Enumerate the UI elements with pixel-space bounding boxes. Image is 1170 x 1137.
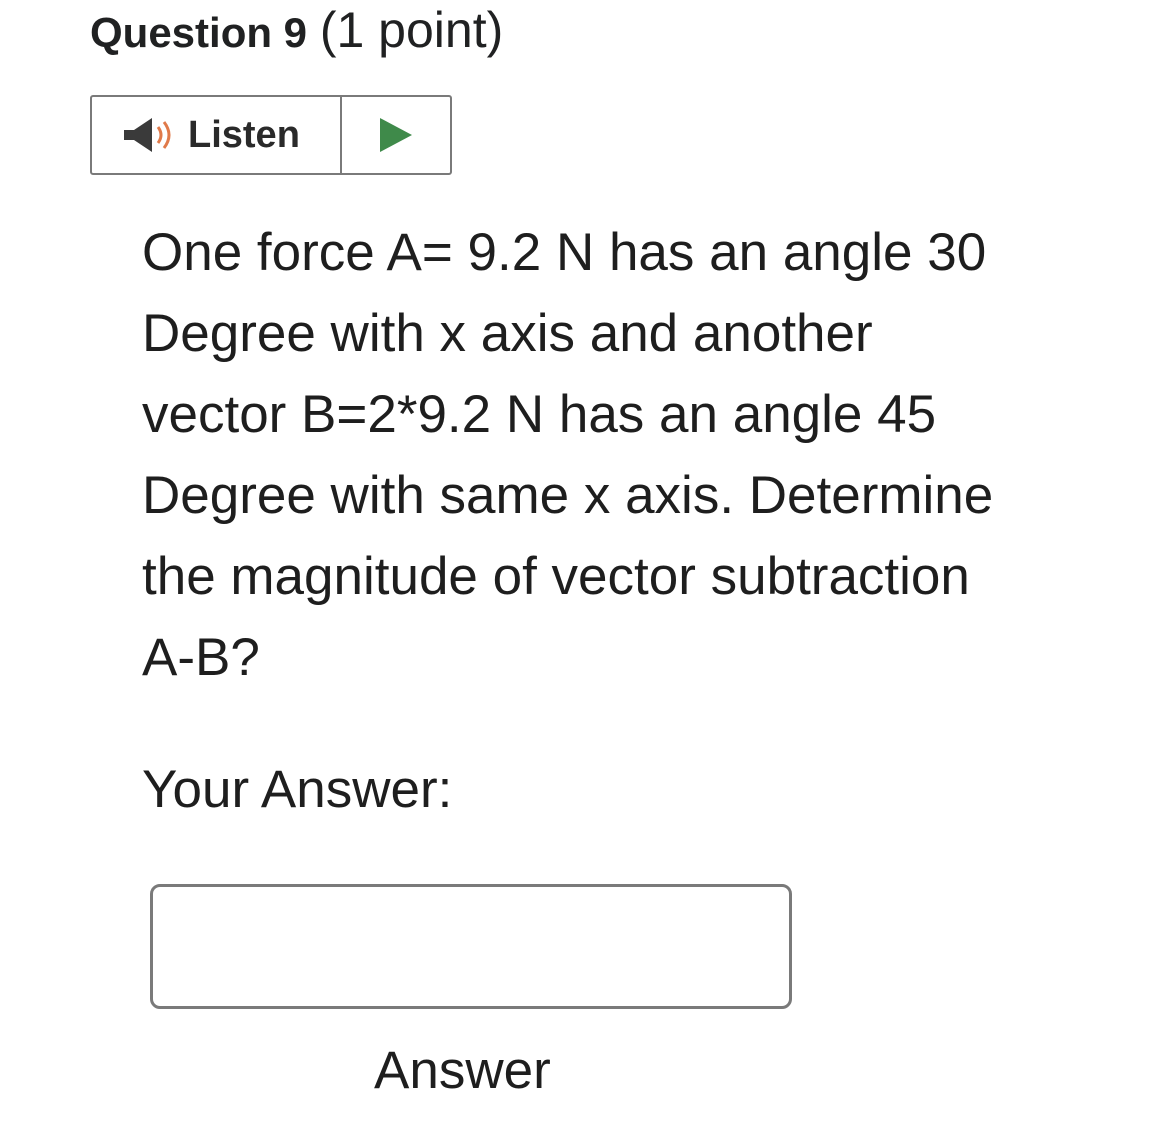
listen-widget: Listen bbox=[90, 95, 452, 175]
question-header: Question 9 (1 point) bbox=[90, 0, 503, 63]
question-line: A-B? bbox=[142, 628, 260, 687]
speaker-icon bbox=[122, 115, 182, 155]
question-line: vector B=2*9.2 N has an angle 45 bbox=[142, 385, 937, 444]
your-answer-label: Your Answer: bbox=[142, 760, 453, 819]
question-title: Question 9 bbox=[90, 9, 308, 56]
play-button[interactable] bbox=[342, 97, 450, 173]
play-icon bbox=[378, 116, 414, 154]
question-points: (1 point) bbox=[319, 2, 504, 58]
question-text: One force A= 9.2 N has an angle 30 Degre… bbox=[142, 212, 1102, 698]
listen-label: Listen bbox=[188, 113, 300, 156]
question-line: the magnitude of vector subtraction bbox=[142, 547, 970, 606]
listen-button[interactable]: Listen bbox=[92, 97, 342, 173]
question-line: Degree with same x axis. Determine bbox=[142, 466, 994, 525]
answer-caption: Answer bbox=[374, 1041, 551, 1100]
question-line: One force A= 9.2 N has an angle 30 bbox=[142, 223, 987, 282]
answer-input[interactable] bbox=[150, 884, 792, 1009]
question-line: Degree with x axis and another bbox=[142, 304, 873, 363]
